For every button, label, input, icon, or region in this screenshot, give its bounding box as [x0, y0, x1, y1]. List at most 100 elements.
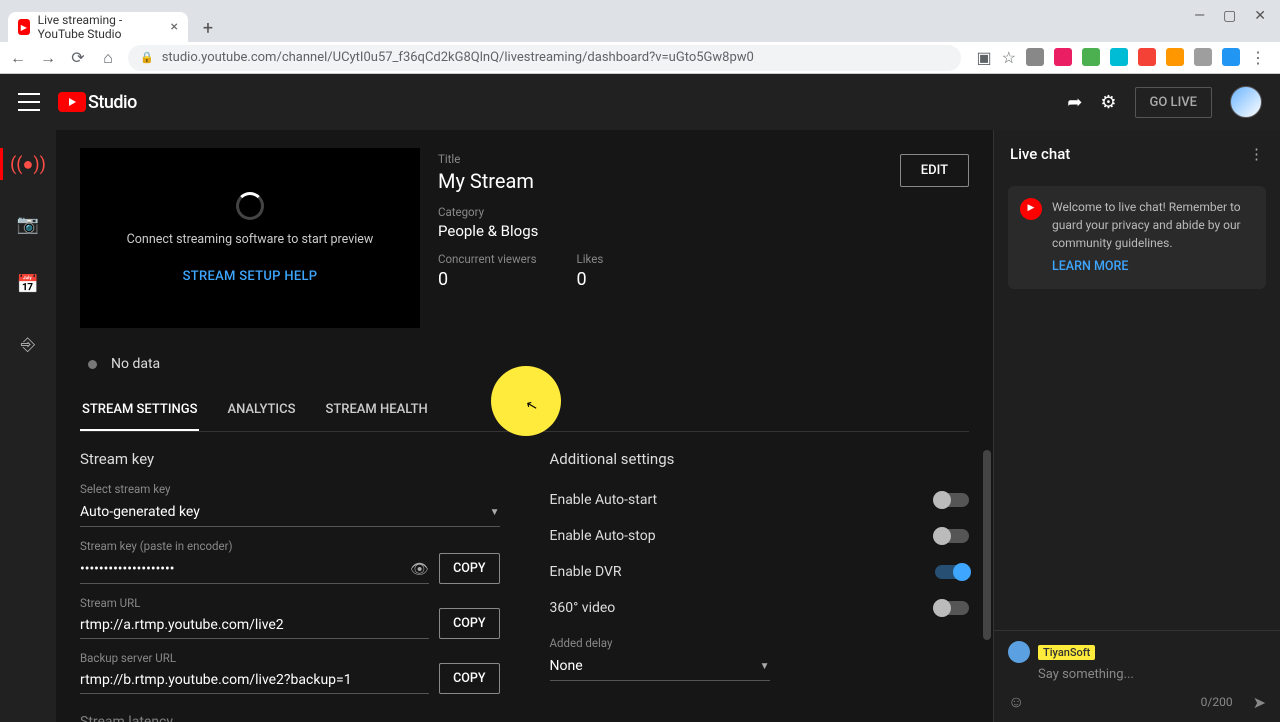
reload-button[interactable]: ⟳: [68, 48, 88, 67]
copy-backup-button[interactable]: COPY: [439, 663, 499, 694]
stream-key-label: Stream key (paste in encoder): [80, 539, 429, 553]
extension-icon[interactable]: [1194, 48, 1212, 66]
stream-url-field[interactable]: rtmp://a.rtmp.youtube.com/live2: [80, 612, 429, 639]
extension-icon[interactable]: [1110, 48, 1128, 66]
forward-button[interactable]: →: [38, 48, 58, 68]
chat-user-avatar: [1008, 641, 1030, 663]
star-icon[interactable]: ☆: [1002, 48, 1016, 67]
go-live-button[interactable]: GO LIVE: [1135, 87, 1212, 118]
user-avatar[interactable]: [1230, 86, 1262, 118]
settings-icon[interactable]: ⚙: [1100, 92, 1116, 113]
emoji-picker-button[interactable]: ☺: [1008, 692, 1024, 712]
category-label: Category: [438, 205, 969, 219]
sidenav-stream[interactable]: ((●)): [8, 144, 48, 184]
extension-icon[interactable]: [1166, 48, 1184, 66]
brand-text: Studio: [88, 92, 137, 113]
sidenav-webcam[interactable]: 📷: [8, 204, 48, 244]
chat-title: Live chat: [1010, 145, 1070, 163]
chat-input[interactable]: Say something...: [1038, 667, 1266, 682]
app-root: Studio ➦ ⚙ GO LIVE ((●)) 📷 📅 ⎆ Connect s…: [0, 74, 1280, 722]
chat-input-area: TiyanSoft Say something... ☺ 0/200 ➤: [994, 630, 1280, 722]
added-delay-select[interactable]: None ▼: [550, 652, 770, 681]
browser-chrome: — ▢ ✕ Live streaming - YouTube Studio × …: [0, 0, 1280, 74]
additional-settings-section: Additional settings Enable Auto-start En…: [550, 450, 970, 722]
tab-stream-health[interactable]: STREAM HEALTH: [323, 390, 429, 431]
select-value: Auto-generated key: [80, 504, 200, 520]
maximize-button[interactable]: ▢: [1223, 8, 1236, 24]
chevron-down-icon: ▼: [490, 507, 500, 518]
sidenav-stream-now[interactable]: ⎆: [8, 324, 48, 364]
extension-icon[interactable]: [1222, 48, 1240, 66]
status-indicator-icon: [88, 360, 97, 369]
scrollbar[interactable]: [983, 450, 991, 640]
share-icon[interactable]: ➦: [1067, 92, 1082, 113]
live-chat-panel: Live chat ⋮ Welcome to live chat! Rememb…: [993, 130, 1280, 722]
minimize-button[interactable]: —: [1194, 8, 1205, 24]
studio-logo[interactable]: Studio: [58, 92, 137, 113]
home-button[interactable]: ⌂: [98, 48, 118, 68]
cast-icon[interactable]: ▣: [977, 48, 992, 67]
dvr-label: Enable DVR: [550, 564, 622, 580]
stream-latency-section: Stream latency: [80, 714, 500, 722]
menu-button[interactable]: [18, 93, 40, 111]
youtube-icon: [18, 19, 30, 35]
tab-analytics[interactable]: ANALYTICS: [225, 390, 297, 431]
extension-icon[interactable]: [1138, 48, 1156, 66]
main-content: Connect streaming software to start prev…: [56, 130, 993, 722]
extension-icon[interactable]: [1082, 48, 1100, 66]
stream-preview: Connect streaming software to start prev…: [80, 148, 420, 328]
stream-url-value: rtmp://a.rtmp.youtube.com/live2: [80, 617, 284, 633]
cursor-highlight: [491, 366, 561, 436]
backup-url-field[interactable]: rtmp://b.rtmp.youtube.com/live2?backup=1: [80, 667, 429, 694]
stream-title: My Stream: [438, 169, 969, 193]
chat-welcome-card: Welcome to live chat! Remember to guard …: [1008, 186, 1266, 289]
send-button[interactable]: ➤: [1253, 693, 1266, 712]
back-button[interactable]: ←: [8, 48, 28, 68]
stream-key-section: Stream key Select stream key Auto-genera…: [80, 450, 500, 722]
learn-more-link[interactable]: LEARN MORE: [1052, 258, 1254, 277]
chat-username: TiyanSoft: [1038, 645, 1095, 660]
chat-messages: [994, 297, 1280, 630]
select-stream-key-label: Select stream key: [80, 482, 500, 496]
tab-stream-settings[interactable]: STREAM SETTINGS: [80, 390, 199, 431]
browser-tab[interactable]: Live streaming - YouTube Studio ×: [8, 12, 188, 42]
status-text: No data: [111, 356, 160, 372]
auto-start-label: Enable Auto-start: [550, 492, 658, 508]
chat-menu-icon[interactable]: ⋮: [1249, 145, 1264, 163]
auto-start-toggle[interactable]: [935, 493, 969, 507]
close-tab-button[interactable]: ×: [171, 19, 178, 35]
stream-key-field[interactable]: •••••••••••••••••••• 👁: [80, 555, 429, 584]
extension-icon[interactable]: [1054, 48, 1072, 66]
auto-stop-toggle[interactable]: [935, 529, 969, 543]
youtube-play-icon: [58, 92, 86, 112]
visibility-toggle-icon[interactable]: 👁: [410, 560, 429, 578]
tab-title: Live streaming - YouTube Studio: [38, 13, 163, 41]
close-window-button[interactable]: ✕: [1254, 8, 1266, 24]
menu-icon[interactable]: ⋮: [1250, 48, 1266, 67]
delay-value: None: [550, 658, 583, 674]
edit-button[interactable]: EDIT: [900, 154, 969, 187]
new-tab-button[interactable]: +: [194, 14, 222, 42]
lock-icon: 🔒: [140, 51, 154, 64]
copy-key-button[interactable]: COPY: [439, 553, 499, 584]
viewers-label: Concurrent viewers: [438, 252, 537, 266]
extension-icons: ▣ ☆ ⋮: [971, 48, 1272, 67]
section-title: Stream key: [80, 450, 500, 468]
chevron-down-icon: ▼: [760, 661, 770, 672]
stream-category: People & Blogs: [438, 222, 969, 240]
sidenav-manage[interactable]: 📅: [8, 264, 48, 304]
360-video-label: 360° video: [550, 600, 616, 616]
stream-setup-help-link[interactable]: STREAM SETUP HELP: [183, 269, 318, 284]
welcome-text: Welcome to live chat! Remember to guard …: [1052, 200, 1241, 250]
backup-url-label: Backup server URL: [80, 651, 429, 665]
address-bar[interactable]: 🔒 studio.youtube.com/channel/UCytI0u57_f…: [128, 45, 961, 71]
dvr-toggle[interactable]: [935, 565, 969, 579]
title-label: Title: [438, 152, 969, 166]
app-header: Studio ➦ ⚙ GO LIVE: [0, 74, 1280, 130]
stream-key-select[interactable]: Auto-generated key ▼: [80, 498, 500, 527]
360-video-toggle[interactable]: [935, 601, 969, 615]
likes-count: 0: [577, 269, 604, 290]
extension-icon[interactable]: [1026, 48, 1044, 66]
added-delay-label: Added delay: [550, 636, 970, 650]
copy-url-button[interactable]: COPY: [439, 608, 499, 639]
